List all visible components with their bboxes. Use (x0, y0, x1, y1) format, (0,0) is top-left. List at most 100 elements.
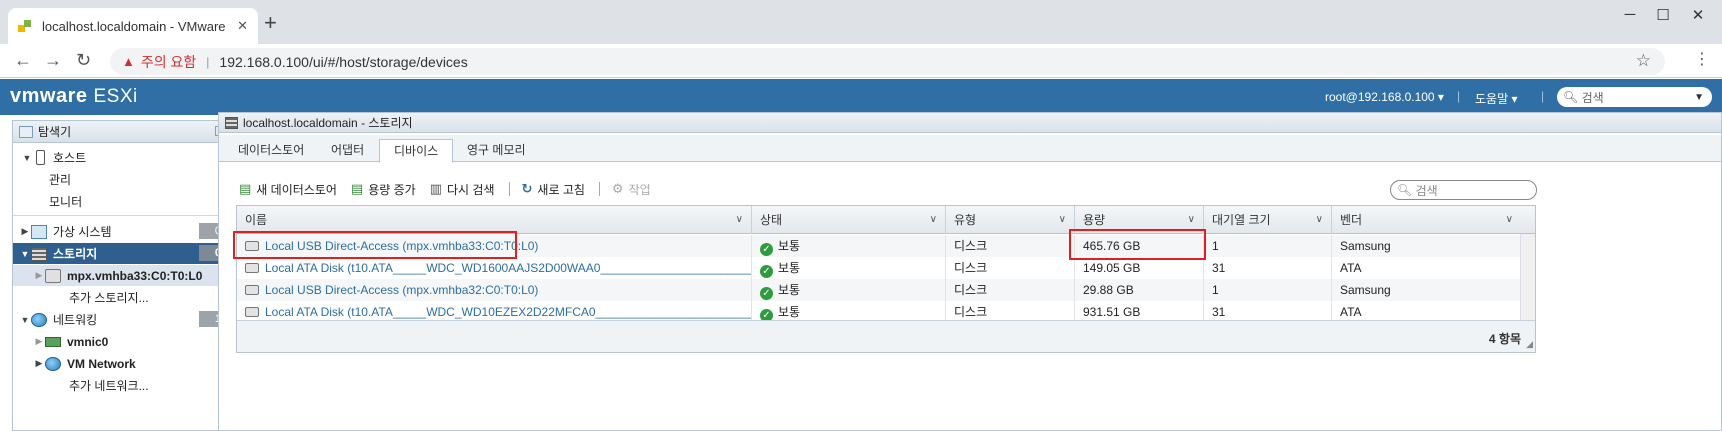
vendor-cell: ATA (1340, 261, 1362, 275)
navigator-panel: 탐색기 ▼ 호스트 관리 모니터 ▶ 가상 시스템 0 ▼ 스토리지 0 ▶ m… (12, 120, 234, 431)
device-name-cell[interactable]: Local USB Direct-Access (mpx.vmhba32:C0:… (237, 279, 752, 301)
status-cell: ✓ 보통 (752, 279, 946, 301)
chevron-down-icon[interactable]: ∨ (1059, 206, 1066, 234)
new-datastore-button[interactable]: ▤ 새 데이터스토어 (239, 181, 337, 198)
nav-item-label: 추가 네트워크... (69, 379, 149, 393)
omnibox[interactable]: ▲ 주의 요함 | 192.168.0.100/ui/#/host/storag… (110, 48, 1665, 75)
type-cell: 디스크 (946, 279, 1075, 301)
reload-icon[interactable]: ↻ (76, 48, 91, 72)
resize-grip-icon[interactable]: ◢ (1526, 339, 1533, 350)
refresh-button[interactable]: ↻ 새로 고침 (522, 181, 585, 198)
column-label: 유형 (954, 213, 977, 227)
nav-item-vmnic0[interactable]: ▶ vmnic0 (13, 331, 233, 352)
disk-icon (245, 263, 259, 273)
tab-adapters[interactable]: 어댑터 (317, 139, 378, 162)
host-icon (36, 150, 45, 165)
chevron-down-icon[interactable]: ∨ (736, 206, 743, 234)
logo-esxi: ESXi (93, 86, 138, 107)
status-ok-icon: ✓ (760, 265, 773, 278)
chevron-down-icon[interactable]: ∨ (1316, 206, 1323, 234)
column-header-type[interactable]: 유형 ∨ (946, 206, 1075, 234)
navigator-header: 탐색기 (13, 121, 233, 143)
column-header-queue-depth[interactable]: 대기열 크기 ∨ (1204, 206, 1332, 234)
expand-arrow-icon[interactable]: ▼ (21, 153, 33, 163)
search-icon: 🔍︎ (1397, 183, 1413, 197)
minimize-icon[interactable]: ─ (1620, 6, 1640, 23)
status-cell: ✓ 보통 (752, 257, 946, 279)
refresh-label: 새로 고침 (537, 182, 585, 197)
nav-item-host[interactable]: ▼ 호스트 (21, 147, 241, 168)
rescan-button[interactable]: ▥ 다시 검색 (430, 181, 495, 198)
chevron-down-icon[interactable]: ▼ (1694, 92, 1704, 103)
tab-persistent-memory[interactable]: 영구 메모리 (453, 139, 540, 162)
item-count: 4 항목 (1488, 332, 1521, 346)
nav-item-networking[interactable]: ▼ 네트워킹 1 (13, 309, 233, 330)
maximize-icon[interactable]: ☐ (1653, 6, 1673, 24)
tab-devices[interactable]: 디바이스 (379, 139, 454, 163)
help-menu[interactable]: 도움말 ▾ (1475, 90, 1517, 107)
expand-arrow-icon[interactable]: ▶ (33, 358, 45, 369)
nav-item-label: 추가 스토리지... (69, 291, 149, 305)
nav-item-virtual-machines[interactable]: ▶ 가상 시스템 0 (13, 221, 233, 242)
device-search-input[interactable]: 🔍︎ 검색 (1390, 180, 1537, 200)
nav-divider (13, 215, 233, 216)
nav-item-label: VM Network (67, 356, 136, 371)
expand-arrow-icon[interactable]: ▶ (19, 226, 31, 237)
expand-arrow-icon[interactable]: ▼ (19, 249, 31, 259)
device-name: Local ATA Disk (t10.ATA_____WDC_WD1600AA… (265, 261, 752, 275)
increase-capacity-button[interactable]: ▤ 용량 증가 (351, 181, 416, 198)
column-header-vendor[interactable]: 벤더 ∨ (1332, 206, 1535, 234)
actions-button[interactable]: ⚙ 작업 (612, 181, 651, 198)
user-menu[interactable]: root@192.168.0.100 ▾ (1325, 90, 1444, 104)
device-toolbar: ▤ 새 데이터스토어 ▤ 용량 증가 ▥ 다시 검색 ↻ 새로 고침 ⚙ 작업 (239, 179, 665, 199)
tab-datastores[interactable]: 데이터스토어 (224, 139, 318, 162)
disk-icon (245, 307, 259, 317)
vmware-favicon-icon (18, 19, 32, 33)
status-text: 보통 (778, 283, 801, 297)
port-group-icon (45, 356, 61, 371)
header-search-placeholder: 검색 (1581, 90, 1604, 105)
status-ok-icon: ✓ (760, 243, 773, 256)
column-header-name[interactable]: 이름 ∨ (237, 206, 752, 234)
table-header: 이름 ∨ 상태 ∨ 유형 ∨ 용량 ∨ 대기열 크기 ∨ 벤더 ∨ (237, 206, 1535, 234)
browser-tab[interactable]: localhost.localdomain - VMware ESXi ✕ (8, 8, 258, 44)
browser-menu-icon[interactable]: ⋮ (1694, 49, 1710, 69)
expand-arrow-icon[interactable]: ▼ (19, 315, 31, 325)
chevron-down-icon[interactable]: ∨ (930, 206, 937, 234)
new-datastore-icon: ▤ (239, 181, 252, 196)
nav-item-vm-network[interactable]: ▶ VM Network (13, 353, 233, 374)
table-row[interactable]: Local ATA Disk (t10.ATA_____WDC_WD1600AA… (237, 257, 1520, 279)
table-scrollbar[interactable] (1520, 234, 1535, 322)
url-text[interactable]: 192.168.0.100/ui/#/host/storage/devices (219, 54, 467, 70)
device-name-cell[interactable]: Local ATA Disk (t10.ATA_____WDC_WD1600AA… (237, 257, 752, 279)
header-divider: | (1457, 89, 1461, 103)
column-header-status[interactable]: 상태 ∨ (752, 206, 946, 234)
new-tab-button[interactable]: + (264, 12, 277, 34)
bookmark-star-icon[interactable]: ☆ (1636, 51, 1651, 71)
expand-arrow-icon[interactable]: ▶ (33, 270, 45, 281)
increase-capacity-label: 용량 증가 (368, 182, 416, 197)
column-label: 벤더 (1340, 213, 1363, 227)
nav-item-storage[interactable]: ▼ 스토리지 0 (13, 243, 233, 264)
header-search-input[interactable]: 🔍︎ 검색 ▼ (1557, 87, 1712, 107)
browser-tabbar: localhost.localdomain - VMware ESXi ✕ + … (0, 0, 1722, 44)
storage-icon (225, 116, 238, 129)
tab-close-icon[interactable]: ✕ (237, 18, 248, 34)
back-arrow-icon[interactable]: ← (14, 48, 32, 72)
status-text: 보통 (778, 239, 801, 253)
address-bar: ← → ↻ ▲ 주의 요함 | 192.168.0.100/ui/#/host/… (0, 44, 1722, 78)
chevron-down-icon[interactable]: ∨ (1506, 206, 1513, 234)
forward-arrow-icon[interactable]: → (44, 48, 62, 72)
window-close-icon[interactable]: ✕ (1688, 6, 1708, 24)
table-row[interactable]: Local USB Direct-Access (mpx.vmhba32:C0:… (237, 279, 1520, 301)
vendor-cell: Samsung (1340, 283, 1391, 297)
column-label: 이름 (245, 213, 268, 227)
gear-icon: ⚙ (611, 181, 624, 196)
increase-capacity-icon: ▤ (350, 181, 364, 196)
vendor-cell: Samsung (1340, 239, 1391, 253)
security-warning[interactable]: 주의 요함 (141, 52, 196, 72)
column-label: 대기열 크기 (1212, 213, 1271, 227)
nav-item-datastore[interactable]: ▶ mpx.vmhba33:C0:T0:L0 (13, 265, 233, 286)
expand-arrow-icon[interactable]: ▶ (33, 336, 45, 347)
rescan-label: 다시 검색 (447, 182, 495, 197)
